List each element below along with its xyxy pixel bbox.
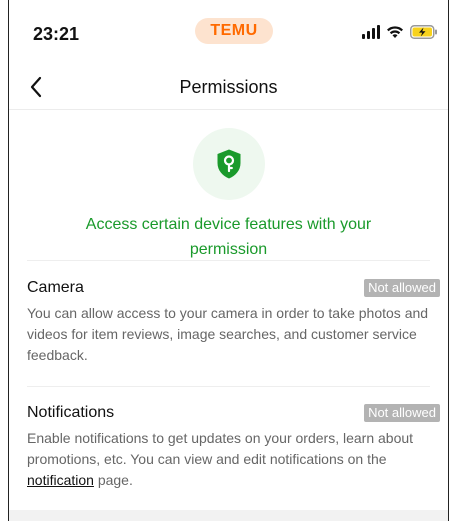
status-badge: Not allowed: [364, 404, 440, 422]
page-title: Permissions: [179, 77, 278, 97]
description-text: Enable notifications to get updates on y…: [27, 430, 414, 467]
status-time: 23:21: [33, 24, 80, 44]
divider: [27, 386, 430, 387]
navigation-bar: Permissions: [9, 64, 448, 110]
notification-page-link[interactable]: notification: [27, 472, 94, 488]
permission-title: Camera: [27, 279, 84, 296]
app-frame: 23:21 TEMU Permissions Access certain de…: [8, 0, 449, 521]
status-badge: Not allowed: [364, 279, 440, 297]
shield-key-icon: [217, 149, 240, 179]
permission-description: You can allow access to your camera in o…: [27, 305, 429, 363]
battery-charging-icon: [410, 25, 438, 39]
shield-badge: [192, 128, 265, 200]
permission-hero: Access certain device features with your…: [9, 128, 448, 262]
permission-title: Notifications: [27, 404, 115, 421]
cellular-signal-icon: [362, 25, 380, 39]
divider: [27, 260, 430, 261]
hero-message: Access certain device features with your…: [85, 216, 372, 258]
wifi-icon: [386, 25, 404, 39]
description-text: page.: [93, 472, 133, 488]
permission-item-notifications[interactable]: Notifications Not allowed Enable notific…: [27, 402, 440, 491]
bottom-strip: [9, 510, 448, 521]
app-badge: TEMU: [195, 18, 273, 44]
status-bar: 23:21 TEMU: [9, 0, 448, 60]
permission-description: Enable notifications to get updates on y…: [27, 428, 440, 491]
permission-item-camera[interactable]: Camera Not allowed You can allow access …: [27, 277, 440, 366]
status-icons: [362, 22, 438, 42]
